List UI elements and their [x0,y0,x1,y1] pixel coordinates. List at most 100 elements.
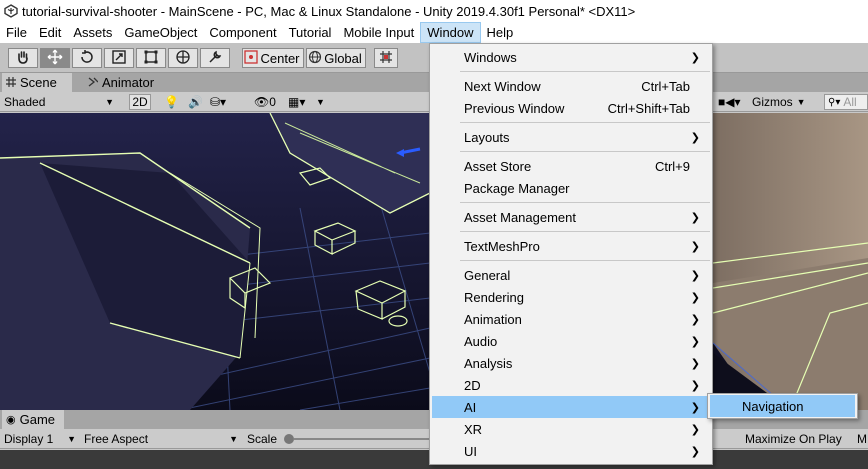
transform-tool-button[interactable] [168,48,198,68]
effects-dropdown[interactable]: ⛁▾ [210,94,234,110]
shortcut: Ctrl+Shift+Tab [607,100,690,116]
scale-tool-button[interactable] [104,48,134,68]
menu-gameobject[interactable]: GameObject [118,22,203,43]
rect-tool-button[interactable] [136,48,166,68]
menu-assets[interactable]: Assets [67,22,118,43]
tab-scene[interactable]: Scene [2,73,72,92]
gizmos-label: Gizmos [752,95,793,109]
rotate-tool-button[interactable] [72,48,102,68]
custom-tool-icon [207,49,223,68]
chevron-right-icon: ❯ [690,423,700,436]
menu-window[interactable]: Window [420,22,481,43]
menu-help[interactable]: Help [481,22,520,43]
chevron-right-icon: ❯ [690,445,700,458]
transform-tool-icon [175,49,191,68]
menu-item-package-manager[interactable]: Package Manager [432,177,710,199]
scene-settings-dropdown[interactable]: ▼ [316,94,326,110]
lighting-toggle[interactable]: 💡 [164,94,180,110]
draw-mode-value: Shaded [4,95,46,109]
menu-separator [460,202,710,203]
mode-2d-label: 2D [132,95,148,109]
audio-toggle[interactable]: 🔊 [188,94,204,110]
globe-icon [308,50,322,67]
menu-item-ui[interactable]: UI ❯ [432,440,710,462]
chevron-right-icon: ❯ [690,211,700,224]
menu-item-asset-store[interactable]: Asset Store Ctrl+9 [432,155,710,177]
menu-item-windows[interactable]: Windows ❯ [432,46,710,68]
menu-item-2d[interactable]: 2D ❯ [432,374,710,396]
display-dropdown[interactable]: Display 1 ▼ [4,431,78,447]
tab-animator-label: Animator [102,75,155,90]
chevron-right-icon: ❯ [690,335,700,348]
chevron-right-icon: ❯ [690,131,700,144]
scale-label: Scale [247,432,278,446]
mode-2d-toggle[interactable]: 2D [129,94,151,110]
hand-tool-button[interactable] [8,48,38,68]
menu-separator [460,71,710,72]
chevron-down-icon: ▼ [316,97,325,107]
maximize-on-play-toggle[interactable]: Maximize On Play [745,431,857,447]
menu-item-analysis[interactable]: Analysis ❯ [432,352,710,374]
custom-tool-button[interactable] [200,48,230,68]
chevron-right-icon: ❯ [690,401,700,414]
scale-slider-track [294,438,430,440]
chevron-right-icon: ❯ [690,291,700,304]
menu-item-general[interactable]: General ❯ [432,264,710,286]
chevron-down-icon: ▼ [796,97,806,107]
grid-snap-button[interactable] [374,48,398,68]
aspect-dropdown[interactable]: Free Aspect ▼ [84,431,240,447]
game-controller-icon: ◉ [6,414,16,426]
grid-icon: ▦▾ [288,95,306,109]
eye-slash-icon: 👁 [254,95,270,109]
grid-toggle[interactable]: ▦▾ [288,94,312,110]
menu-item-audio[interactable]: Audio ❯ [432,330,710,352]
move-tool-button[interactable] [40,48,70,68]
menu-file[interactable]: File [0,22,33,43]
pivot-label: Center [260,50,300,66]
menu-separator [460,260,710,261]
gizmos-dropdown[interactable]: Gizmos ▼ [752,94,816,110]
menu-item-navigation[interactable]: Navigation [710,395,855,417]
menu-component[interactable]: Component [203,22,282,43]
title-bar: tutorial-survival-shooter - MainScene - … [0,0,868,22]
menu-separator [460,151,710,152]
camera-settings-dropdown[interactable]: ■◀▾ [718,94,748,110]
chevron-down-icon: ▼ [67,434,76,444]
menu-tutorial[interactable]: Tutorial [283,22,338,43]
menu-mobile-input[interactable]: Mobile Input [337,22,420,43]
menu-item-layouts[interactable]: Layouts ❯ [432,126,710,148]
menu-item-textmeshpro[interactable]: TextMeshPro ❯ [432,235,710,257]
tab-game[interactable]: ◉ Game [2,410,64,429]
menu-item-animation[interactable]: Animation ❯ [432,308,710,330]
chevron-right-icon: ❯ [690,313,700,326]
scale-slider-thumb[interactable] [284,434,294,444]
chevron-right-icon: ❯ [690,357,700,370]
pivot-rotation-button[interactable]: Global [306,48,366,68]
shortcut: Ctrl+9 [654,158,690,174]
window-menu-dropdown: Windows ❯ Next Window Ctrl+Tab Previous … [429,43,713,465]
camera-icon: ■◀▾ [718,95,741,109]
pivot-mode-button[interactable]: Center [242,48,304,68]
scene-search-input[interactable]: ⚲▾ All [824,94,868,110]
menu-item-ai[interactable]: AI ❯ [432,396,710,418]
aspect-value: Free Aspect [84,432,149,446]
menu-item-rendering[interactable]: Rendering ❯ [432,286,710,308]
lightbulb-icon: 💡 [164,95,179,109]
scale-slider[interactable] [284,431,430,447]
menu-item-previous-window[interactable]: Previous Window Ctrl+Shift+Tab [432,97,710,119]
draw-mode-dropdown[interactable]: Shaded ▼ [4,94,118,110]
hand-tool-icon [15,49,31,68]
tab-scene-label: Scene [20,75,57,90]
menu-edit[interactable]: Edit [33,22,67,43]
scale-tool-icon [111,49,127,68]
tab-game-label: Game [19,412,56,427]
rotate-tool-icon [79,49,95,68]
menu-separator [460,122,710,123]
menu-item-xr[interactable]: XR ❯ [432,418,710,440]
menu-item-next-window[interactable]: Next Window Ctrl+Tab [432,75,710,97]
hidden-objects-toggle[interactable]: 👁 0 [254,94,284,110]
mute-audio-toggle[interactable]: M [857,431,868,447]
rect-tool-icon [143,49,159,68]
menu-item-asset-management[interactable]: Asset Management ❯ [432,206,710,228]
tab-animator[interactable]: Animator [84,73,164,92]
